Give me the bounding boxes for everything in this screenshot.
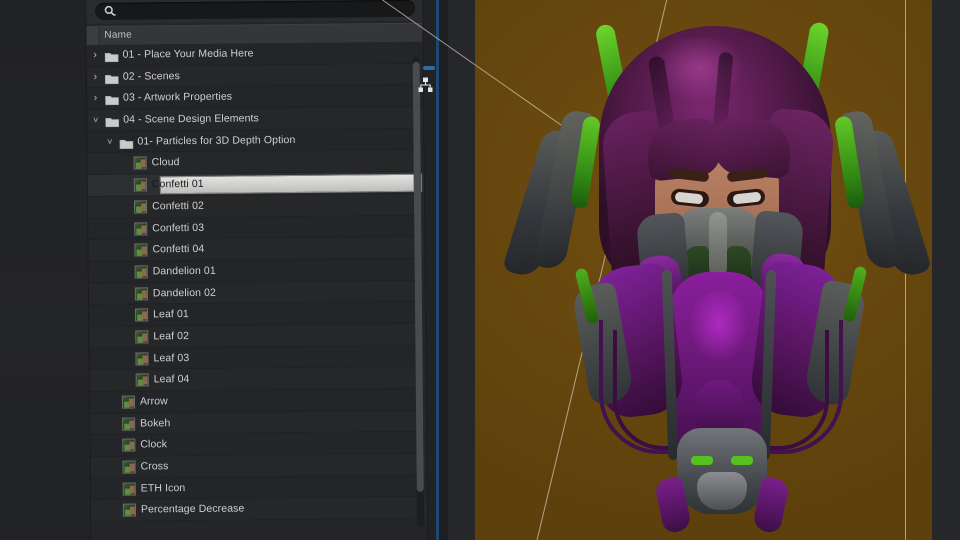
lower-mech-jaw xyxy=(697,472,747,510)
search-icon xyxy=(103,5,117,19)
mask-ridge xyxy=(709,212,727,276)
folder-icon xyxy=(119,136,134,149)
item-label: Cross xyxy=(140,460,169,473)
table-row[interactable]: Dandelion 02 xyxy=(88,280,425,306)
table-row[interactable]: Dandelion 01 xyxy=(88,258,425,284)
item-label: Arrow xyxy=(139,395,168,408)
item-label: Leaf 02 xyxy=(153,329,190,343)
footage-thumbnail-icon xyxy=(135,330,149,344)
column-header-name[interactable]: Name xyxy=(104,30,132,41)
item-label: Confetti 03 xyxy=(152,221,205,234)
item-label: Clock xyxy=(140,438,168,451)
table-row[interactable]: Percentage Decrease xyxy=(90,497,428,523)
chevron-down-icon[interactable]: ˅ xyxy=(91,115,100,126)
item-label: 03 - Artwork Properties xyxy=(122,90,233,105)
search-input[interactable] xyxy=(95,0,416,20)
lower-mech-eye-left xyxy=(691,456,713,465)
column-grip[interactable] xyxy=(86,26,100,46)
footage-thumbnail-icon xyxy=(135,352,149,366)
footage-thumbnail-icon xyxy=(122,503,137,518)
hierarchy-icon[interactable] xyxy=(418,77,433,93)
item-label: ETH Icon xyxy=(140,481,186,495)
chevron-right-icon[interactable]: › xyxy=(91,71,100,83)
footage-thumbnail-icon xyxy=(134,221,148,236)
folder-icon xyxy=(105,93,119,106)
panel-seam xyxy=(0,0,91,540)
footage-thumbnail-icon xyxy=(135,308,149,322)
item-label: Leaf 04 xyxy=(153,373,190,386)
left-panel-empty xyxy=(0,0,91,540)
torso-highlight xyxy=(687,292,751,382)
item-label: Confetti 02 xyxy=(151,199,204,213)
footage-thumbnail-icon xyxy=(133,156,147,170)
project-item-tree[interactable]: › 01 - Place Your Media Here › 02 - Scenes ›… xyxy=(86,41,428,540)
item-label: Dandelion 01 xyxy=(152,264,216,278)
chevron-down-icon[interactable]: ˅ xyxy=(105,136,114,147)
chevron-right-icon[interactable]: › xyxy=(91,92,100,104)
footage-thumbnail-icon xyxy=(135,373,149,387)
item-label: Percentage Decrease xyxy=(140,502,245,516)
footage-thumbnail-icon xyxy=(122,482,136,496)
item-label: Confetti 04 xyxy=(152,243,205,256)
item-label: 04 - Scene Design Elements xyxy=(123,112,259,126)
composition-viewer[interactable] xyxy=(325,0,960,540)
footage-thumbnail-icon xyxy=(122,460,136,474)
item-label: 01- Particles for 3D Depth Option xyxy=(137,133,296,148)
item-label: Bokeh xyxy=(140,416,171,430)
item-label: Dandelion 02 xyxy=(152,286,217,299)
footage-thumbnail-icon xyxy=(133,200,148,214)
footage-thumbnail-icon xyxy=(133,178,147,192)
character-artwork xyxy=(501,0,933,540)
item-label: Cloud xyxy=(151,156,180,169)
footage-thumbnail-icon xyxy=(134,286,148,301)
footage-thumbnail-icon xyxy=(134,265,148,279)
footage-thumbnail-icon xyxy=(122,438,136,453)
panel-divider xyxy=(439,0,448,540)
footage-thumbnail-icon xyxy=(134,243,148,257)
item-label: Confetti 01 xyxy=(151,178,204,191)
composition-canvas[interactable] xyxy=(325,0,933,540)
folder-icon xyxy=(105,115,120,128)
project-panel: Name › 01 - Place Your Media Here › 02 - Sc… xyxy=(86,0,428,540)
item-label: Leaf 01 xyxy=(153,308,189,321)
folder-icon xyxy=(104,50,119,63)
app-window: Name › 01 - Place Your Media Here › 02 - Sc… xyxy=(0,0,960,540)
folder-icon xyxy=(104,71,119,84)
item-label: 01 - Place Your Media Here xyxy=(122,47,254,61)
item-label: 02 - Scenes xyxy=(122,69,180,83)
item-label: Leaf 03 xyxy=(153,351,190,364)
footage-thumbnail-icon xyxy=(121,395,135,409)
chevron-right-icon[interactable]: › xyxy=(91,49,100,61)
project-panel-toolbar xyxy=(86,0,423,24)
footage-thumbnail-icon xyxy=(122,417,136,431)
panel-tab-indicator xyxy=(423,66,435,70)
lower-mech-eye-right xyxy=(731,456,753,465)
